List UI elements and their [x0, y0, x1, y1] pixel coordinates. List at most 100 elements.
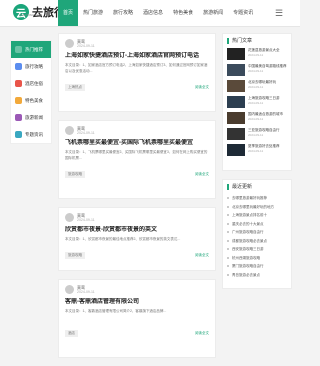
update-link[interactable]: 厦门旅游攻略自由行: [227, 262, 287, 271]
update-link[interactable]: 北京去哪里玩最好玩的地方: [227, 203, 287, 212]
panel-title: 最近更新: [227, 184, 287, 190]
sidebar-item-label: 热门推荐: [25, 46, 43, 52]
post-card[interactable]: 莫莺 2024-09-11 欣赏都市夜景-欣赏都市夜景的英文 本文目录：1、欣赏…: [58, 207, 216, 271]
top-navbar: 云 去旅行 QULVXING.COM 首页 热门旅游 旅行攻略 酒店信息 特色美…: [0, 0, 300, 27]
news-icon: [15, 114, 22, 121]
sidebar-item-label: 专题资讯: [25, 131, 43, 137]
nav-item-food[interactable]: 特色美食: [168, 0, 198, 26]
update-link[interactable]: 重庆必去的十大景点: [227, 220, 287, 229]
update-link[interactable]: 成都旅游攻略必去景点: [227, 237, 287, 246]
post-card[interactable]: 莫莺 2024-09-11 客鼎-客鼎酒店管理有限公司 本文目录：1、客鼎酒店管…: [58, 279, 216, 358]
read-more-link[interactable]: 阅读全文: [195, 172, 209, 177]
post-excerpt: 本文目录：1、飞机票哪里买最便宜2、买国际飞机票哪里买最便宜3、如何在网上购买便…: [65, 150, 208, 160]
post-title[interactable]: 客鼎-客鼎酒店管理有限公司: [65, 298, 209, 306]
post-list: 莫莺 2024-09-11 上海如家快捷酒店预订-上海如家酒店官网预订电话 本文…: [58, 33, 216, 366]
update-title: 成都旅游攻略必去景点: [232, 238, 267, 243]
sidebar-item-hot[interactable]: 热门推荐: [11, 41, 51, 58]
bullet-icon: [227, 265, 229, 268]
update-link[interactable]: 青岛旅游必去景点: [227, 271, 287, 280]
update-link[interactable]: 杭州西湖旅游攻略: [227, 254, 287, 263]
update-title: 杭州西湖旅游攻略: [232, 255, 260, 260]
thumbnail: [227, 128, 245, 140]
thumbnail: [227, 64, 245, 76]
hot-articles-panel: 热门文章 花莲县旅游景点大全 2024-09-11 中国最美自驾游路线推荐 2024…: [222, 33, 292, 171]
hot-article-date: 2024-09-11: [248, 85, 264, 89]
post-date: 2024-09-11: [77, 44, 95, 48]
hot-article[interactable]: 北京去哪玩最好玩 2024-09-11: [227, 80, 287, 94]
post-tag[interactable]: 酒店: [65, 330, 78, 337]
post-title[interactable]: 飞机票哪里买最便宜-买国际飞机票哪里买最便宜: [65, 139, 209, 147]
hot-article-date: 2024-09-11: [248, 53, 264, 57]
sidebar-item-news[interactable]: 旅游新闻: [11, 109, 51, 126]
fire-icon: [15, 46, 22, 53]
post-date: 2024-09-11: [77, 131, 95, 135]
hot-article[interactable]: 国内最适合旅游的城市 2024-09-11: [227, 112, 287, 126]
menu-icon[interactable]: ☰: [272, 7, 286, 19]
post-card[interactable]: 莫莺 2024-09-11 飞机票哪里买最便宜-买国际飞机票哪里买最便宜 本文目…: [58, 120, 216, 199]
nav-item-hot[interactable]: 热门旅游: [78, 0, 108, 26]
recent-updates-panel: 最近更新 去哪里旅游最好玩推荐 北京去哪里玩最好玩的地方 上海旅游景点排名前十 …: [222, 179, 292, 289]
bullet-icon: [227, 231, 229, 234]
post-tag[interactable]: 上海热点: [65, 84, 85, 91]
nav-item-guide[interactable]: 旅行攻略: [108, 0, 138, 26]
nav-item-home[interactable]: 首页: [58, 0, 79, 26]
panel-title: 热门文章: [227, 38, 287, 44]
sidebar-item-label: 旅行攻略: [25, 63, 43, 69]
read-more-link[interactable]: 阅读全文: [195, 85, 209, 90]
read-more-link[interactable]: 阅读全文: [195, 253, 209, 258]
update-title: 厦门旅游攻略自由行: [232, 264, 264, 268]
update-title: 北京去哪里玩最好玩的地方: [232, 204, 274, 209]
main-nav: 首页 热门旅游 旅行攻略 酒店信息 特色美食 旅游新闻 专题资讯: [58, 0, 258, 26]
bullet-icon: [227, 205, 229, 208]
hot-article[interactable]: 夏季旅游好去处推荐 2024-09-11: [227, 144, 287, 158]
hot-article-date: 2024-09-11: [248, 149, 264, 153]
hot-article[interactable]: 中国最美自驾游路线推荐 2024-09-11: [227, 64, 287, 78]
sidebar-item-hotel[interactable]: 酒店住宿: [11, 75, 51, 92]
update-link[interactable]: 去哪里旅游最好玩推荐: [227, 194, 287, 203]
bullet-icon: [227, 248, 229, 251]
post-card[interactable]: 莫莺 2024-09-11 上海如家快捷酒店预订-上海如家酒店官网预订电话 本文…: [58, 33, 216, 112]
avatar: [65, 39, 74, 48]
nav-item-hotel[interactable]: 酒店信息: [138, 0, 168, 26]
sidebar-item-guide[interactable]: 旅行攻略: [11, 58, 51, 75]
sidebar-item-food[interactable]: 特色美食: [11, 92, 51, 109]
bullet-icon: [227, 197, 229, 200]
thumbnail: [227, 144, 245, 156]
logo-mark-icon: 云: [13, 4, 29, 20]
bullet-icon: [227, 214, 229, 217]
hot-article[interactable]: 上海旅游攻略三日游 2024-09-11: [227, 96, 287, 110]
post-tag[interactable]: 旅游攻略: [65, 171, 85, 178]
post-excerpt: 本文目录：1、欣赏都市夜景的最佳地点推荐2、欣赏都市夜景的英文表达...: [65, 237, 181, 241]
thumbnail: [227, 96, 245, 108]
nav-item-topics[interactable]: 专题资讯: [228, 0, 258, 26]
update-link[interactable]: 广州旅游攻略自由行: [227, 228, 287, 237]
nav-item-news[interactable]: 旅游新闻: [198, 0, 228, 26]
bed-icon: [15, 80, 22, 87]
read-more-link[interactable]: 阅读全文: [195, 331, 209, 336]
post-title[interactable]: 上海如家快捷酒店预订-上海如家酒店官网预订电话: [65, 52, 209, 60]
sidebar-item-topics[interactable]: 专题资讯: [11, 126, 51, 143]
topic-icon: [15, 131, 22, 138]
update-title: 西安旅游攻略三日游: [232, 247, 264, 251]
update-title: 上海旅游景点排名前十: [232, 213, 267, 217]
sidebar-item-label: 酒店住宿: [25, 80, 43, 86]
hot-article-date: 2024-09-11: [248, 101, 264, 105]
update-link[interactable]: 西安旅游攻略三日游: [227, 245, 287, 254]
update-title: 去哪里旅游最好玩推荐: [232, 196, 267, 200]
update-title: 重庆必去的十大景点: [232, 221, 264, 226]
thumbnail: [227, 80, 245, 92]
update-link[interactable]: 上海旅游景点排名前十: [227, 211, 287, 220]
post-title[interactable]: 欣赏都市夜景-欣赏都市夜景的英文: [65, 226, 209, 234]
post-excerpt: 本文目录：1、客鼎酒店管理有限公司简介2、客鼎旗下酒店品牌...: [65, 309, 167, 313]
update-title: 广州旅游攻略自由行: [232, 230, 264, 234]
food-icon: [15, 97, 22, 104]
post-excerpt: 本文目录：1、如家酒店官方预订电话2、上海如家快捷酒店预订3、如何通过官网预订如…: [65, 63, 208, 73]
thumbnail: [227, 48, 245, 60]
hot-article[interactable]: 三亚旅游攻略自由行 2024-09-11: [227, 128, 287, 142]
avatar: [65, 126, 74, 135]
post-tag[interactable]: 旅游攻略: [65, 252, 85, 259]
bullet-icon: [227, 256, 229, 259]
bullet-icon: [227, 273, 229, 276]
hot-article[interactable]: 花莲县旅游景点大全 2024-09-11: [227, 48, 287, 62]
sidebar-item-label: 特色美食: [25, 97, 43, 103]
